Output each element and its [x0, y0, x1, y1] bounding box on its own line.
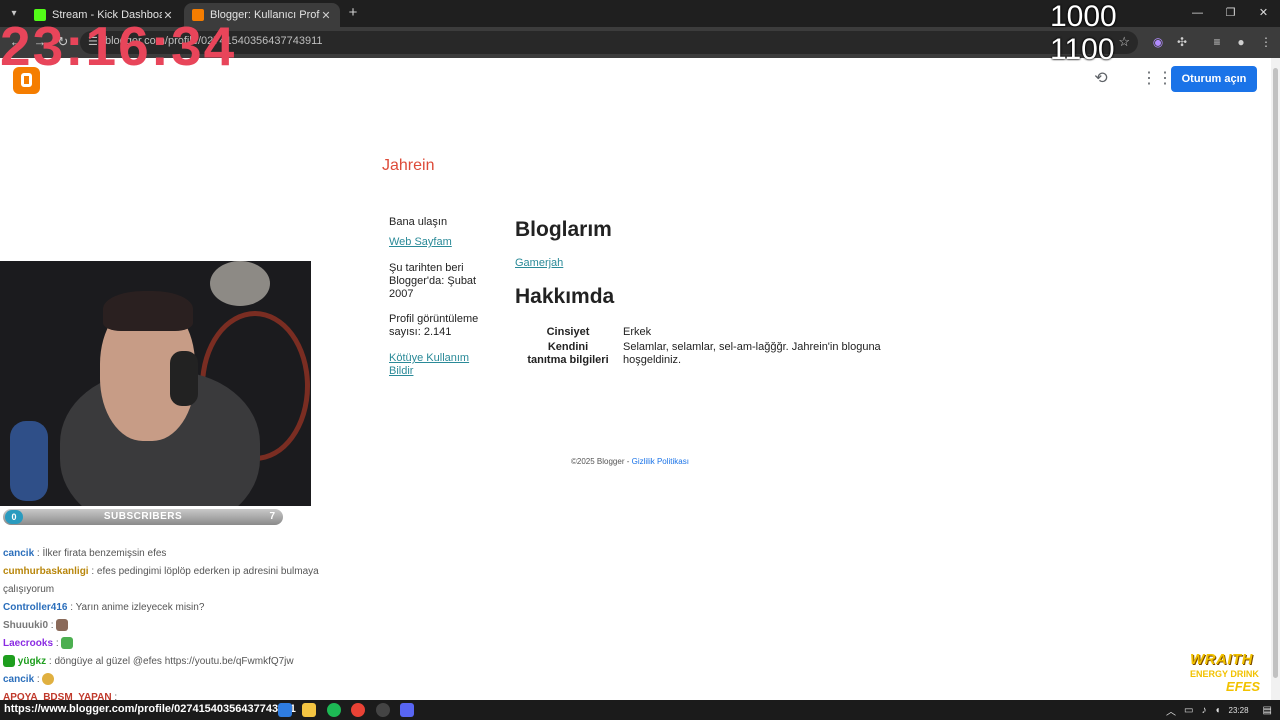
spotify-icon[interactable] [327, 703, 341, 717]
bookmark-star-icon[interactable]: ☆ [1118, 34, 1130, 50]
media-controls-icon[interactable]: ≡ [1209, 34, 1225, 50]
restore-icon[interactable]: ❐ [1214, 0, 1247, 27]
volume-icon[interactable]: ◖ [1214, 705, 1220, 716]
chat-user: yügkz [17, 656, 47, 667]
chat-user: Shuuuki0 [3, 620, 49, 631]
chat-user: Controller416 [3, 602, 68, 613]
history-icon[interactable]: ⟲ [1092, 70, 1110, 88]
taskbar: https://www.blogger.com/profile/02741540… [0, 700, 1280, 720]
chat-user: cancik [3, 674, 35, 685]
profile-views: Profil görüntüleme sayısı: 2.141 [389, 313, 479, 338]
blog-link-gamerjah[interactable]: Gamerjah [515, 257, 563, 269]
discord-icon[interactable] [400, 703, 414, 717]
chat-text: : İlker firata benzemişsin efes [36, 548, 167, 559]
subscribers-label: SUBSCRIBERS [103, 511, 183, 522]
subscribers-goal-bar: 0 SUBSCRIBERS 7 [3, 509, 283, 525]
close-tab-icon[interactable]: ✕ [320, 9, 332, 22]
contact-label: Bana ulaşın [389, 216, 448, 228]
privacy-policy-link[interactable]: Gizlilik Politikası [632, 457, 689, 466]
profile-name: Jahrein [382, 157, 435, 174]
browser-menu-icon[interactable]: ⋮ [1258, 34, 1274, 50]
emote-icon [42, 673, 55, 686]
chat-user: Laecrooks [3, 638, 54, 649]
clock-time: 23:28 [1228, 705, 1249, 715]
copyright-text: ©2025 Blogger - [571, 457, 630, 466]
intro-value: Selamlar, selamlar, sel-am-lağğğr. Jahre… [623, 341, 881, 366]
webcam-microphone [10, 421, 48, 501]
member-since: Şu tarihten beri Blogger'da: Şubat 2007 [389, 262, 477, 300]
notifications-icon[interactable]: ▤ [1263, 705, 1272, 716]
sponsor-logo: WRAITH ENERGY DRINK EFES [1190, 652, 1272, 698]
chrome-icon[interactable] [351, 703, 365, 717]
chat-message: yügkz : döngüye al güzel @efes https://y… [3, 653, 338, 671]
blogs-heading: Bloglarım [515, 218, 612, 241]
chat-user: cumhurbaskanligi [3, 566, 89, 577]
taskbar-app-icon[interactable] [278, 703, 292, 717]
close-window-icon[interactable]: ✕ [1247, 0, 1280, 27]
network-icon[interactable]: ▭ [1184, 705, 1193, 716]
chat-text: : Yarın anime izleyecek misin? [70, 602, 205, 613]
webcam-hair [103, 291, 193, 331]
intro-label: Kendini tanıtma bilgileri [527, 341, 609, 366]
webcam-headset [170, 351, 198, 406]
file-explorer-icon[interactable] [302, 703, 316, 717]
chat-message: Controller416 : Yarın anime izleyecek mi… [3, 599, 338, 617]
page-footer: ©2025 Blogger - Gizlilik Politikası [571, 457, 689, 466]
stream-clock: 23:16:34 [0, 15, 237, 77]
extension-icon[interactable]: ◉ [1150, 34, 1166, 50]
profile-avatar-icon[interactable]: ● [1233, 34, 1249, 50]
chat-text: : [55, 638, 59, 649]
tray-overflow-icon[interactable]: ︿ [1166, 703, 1176, 718]
link-hover-url: https://www.blogger.com/profile/02741540… [4, 703, 296, 715]
badge-icon [3, 655, 15, 668]
report-abuse-link[interactable]: Kötüye Kullanım Bildir [389, 352, 469, 377]
page-scrollbar[interactable] [1271, 58, 1280, 700]
address-bar[interactable]: ☰ blogger.com/profile/027415403564377439… [80, 31, 1138, 54]
chat-message: Laecrooks : [3, 635, 338, 653]
chat-user: cancik [3, 548, 35, 559]
chat-text: : [36, 674, 40, 685]
website-link[interactable]: Web Sayfam [389, 236, 452, 248]
overlay-counter-top: 1000 [1050, 0, 1117, 33]
sponsor-line-1: WRAITH [1190, 651, 1253, 668]
overlay-counter-bottom: 1100 [1050, 33, 1115, 66]
webcam-lamp [210, 261, 270, 306]
microphone-icon[interactable]: ♪ [1201, 705, 1206, 716]
subscribers-goal: 7 [269, 511, 275, 522]
window-controls: — ❐ ✕ [1181, 0, 1280, 27]
chat-message: Shuuuki0 : [3, 617, 338, 635]
system-tray: ︿ ▭ ♪ ◖ 23:28 ▤ [1166, 700, 1280, 720]
scrollbar-thumb[interactable] [1273, 68, 1278, 678]
chat-message: cancik : [3, 671, 338, 689]
obs-icon[interactable] [376, 703, 390, 717]
gender-value: Erkek [623, 326, 652, 338]
chat-message: cancik : İlker firata benzemişsin efes [3, 545, 338, 563]
stream-chat: cancik : İlker firata benzemişsin efes c… [3, 545, 338, 707]
sponsor-line-3: EFES [1226, 679, 1260, 694]
apps-grid-icon[interactable]: ⋮⋮⋮ [1141, 70, 1189, 88]
extensions-puzzle-icon[interactable]: ✣ [1174, 34, 1190, 50]
chat-message: cumhurbaskanligi : efes pedingimi löplöp… [3, 563, 338, 599]
new-tab-icon[interactable]: + [346, 5, 360, 21]
about-heading: Hakkımda [515, 285, 615, 308]
emote-icon [56, 619, 69, 632]
emote-icon [61, 637, 74, 650]
webcam-overlay [0, 261, 311, 506]
chat-text: : [50, 620, 54, 631]
sign-in-button[interactable]: Oturum açın [1171, 66, 1257, 92]
chat-text: : döngüye al güzel @efes https://youtu.b… [48, 656, 294, 667]
gender-label: Cinsiyet [546, 326, 590, 338]
minimize-icon[interactable]: — [1181, 0, 1214, 27]
